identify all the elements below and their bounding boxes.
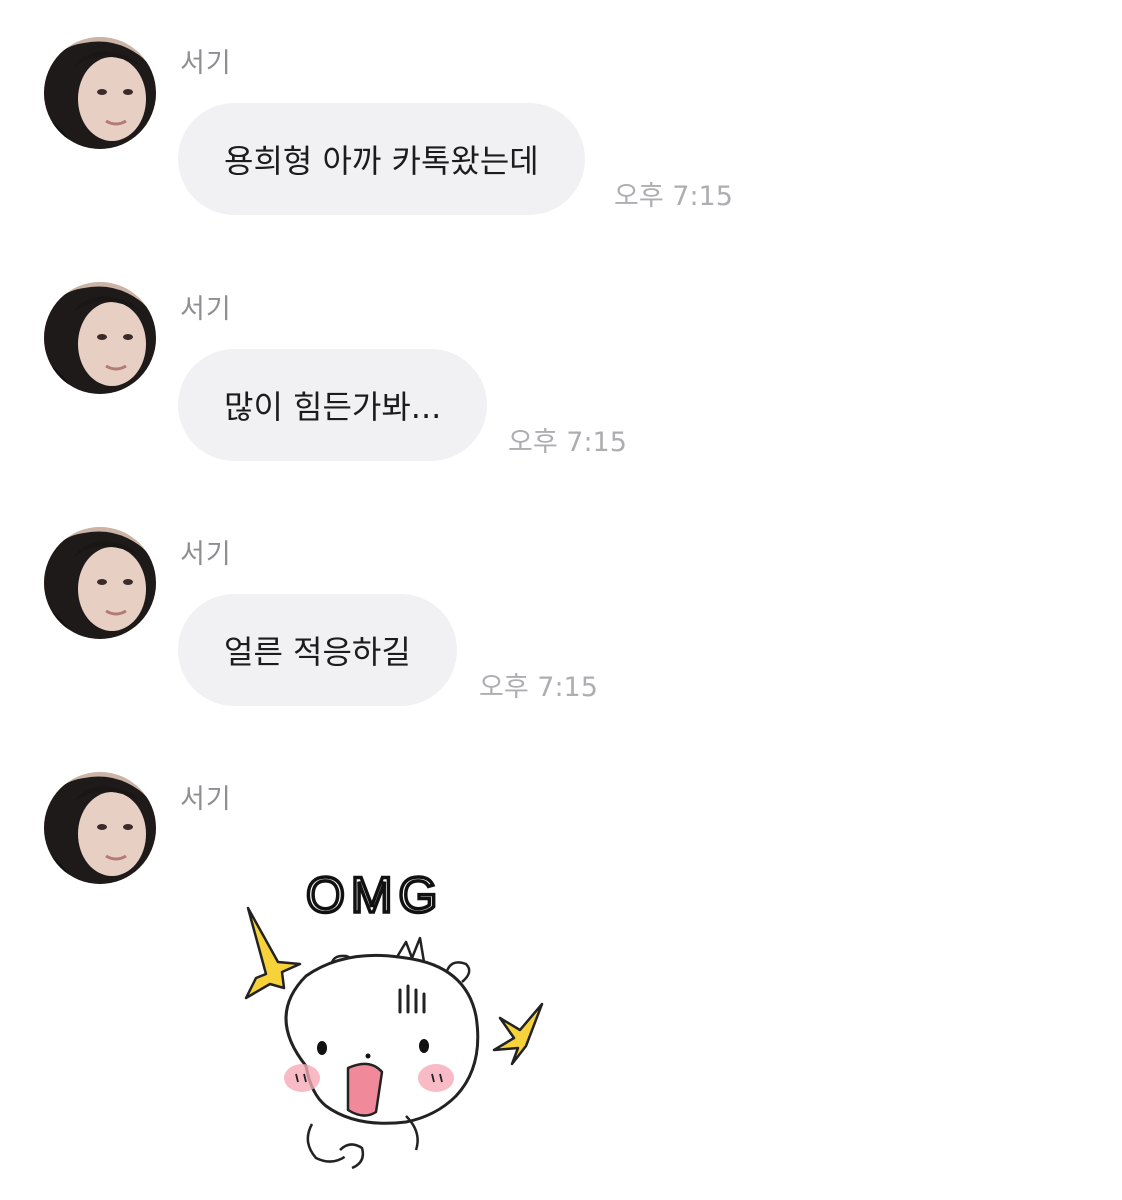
message-time: 오후 7:15 xyxy=(479,672,598,703)
message-time: 오후 7:15 xyxy=(508,427,627,458)
sender-name: 서기 xyxy=(180,294,232,325)
avatar[interactable] xyxy=(44,527,156,639)
sender-name: 서기 xyxy=(180,539,232,570)
message-bubble[interactable]: 용희형 아까 카톡왔는데 xyxy=(178,103,585,215)
sticker-text: OMG xyxy=(306,867,443,923)
avatar[interactable] xyxy=(44,772,156,884)
sender-name: 서기 xyxy=(180,48,232,79)
shocked-hamster-sticker[interactable]: OMG xyxy=(236,865,556,1186)
message-bubble[interactable]: 많이 힘든가봐... xyxy=(178,349,488,461)
message-bubble[interactable]: 얼른 적응하길 xyxy=(178,594,457,706)
message-time: 오후 7:15 xyxy=(614,181,733,212)
avatar[interactable] xyxy=(44,282,156,394)
avatar[interactable] xyxy=(44,37,156,149)
sender-name: 서기 xyxy=(180,784,232,815)
